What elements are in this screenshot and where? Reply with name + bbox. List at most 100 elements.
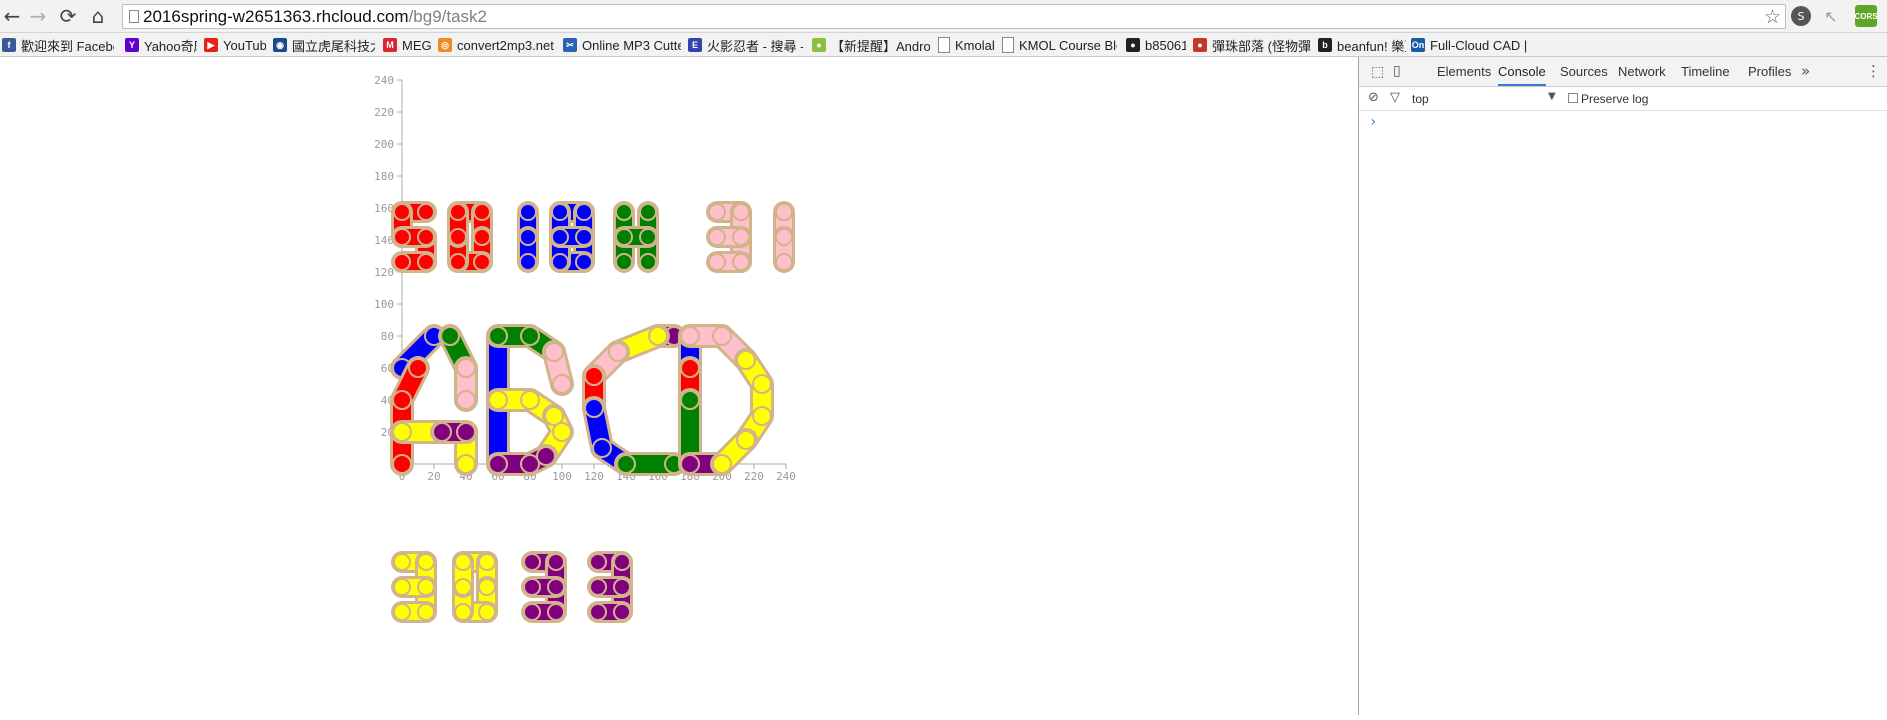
- letter-a: [390, 324, 478, 476]
- digit-3: [706, 201, 752, 273]
- letter-segment-point: [408, 358, 428, 378]
- bookmark-item[interactable]: ✂ Online MP3 Cutter -: [563, 36, 681, 54]
- digit-segment-point: [417, 578, 435, 596]
- reload-icon: ⟳: [59, 4, 77, 28]
- x-tick-label: 120: [584, 470, 604, 483]
- bookmark-item[interactable]: ▶ YouTube: [204, 36, 266, 54]
- bookmark-favicon-icon: ●: [812, 38, 826, 52]
- filter-icon[interactable]: ▽: [1390, 90, 1400, 105]
- bookmark-label: 【新提醒】Android a: [831, 38, 930, 54]
- digit-segment-point: [393, 228, 411, 246]
- bookmark-star-icon[interactable]: ☆: [1764, 6, 1781, 28]
- digit-segment-point: [547, 553, 565, 571]
- bookmark-label: 國立虎尾科技大學: [292, 38, 375, 54]
- digit-segment-point: [639, 203, 657, 221]
- tab-timeline[interactable]: Timeline: [1681, 57, 1730, 86]
- tab-console[interactable]: Console: [1498, 57, 1546, 86]
- digit-segment: [391, 576, 437, 598]
- digit-segment: [549, 226, 595, 248]
- more-tabs-icon[interactable]: »: [1801, 62, 1810, 80]
- digit-segment-point: [551, 203, 569, 221]
- bookmark-item[interactable]: b beanfun! 樂豆: [1318, 36, 1406, 54]
- bookmark-item[interactable]: Y Yahoo奇摩: [125, 36, 197, 54]
- letter-segment-point: [712, 454, 732, 474]
- forward-button[interactable]: →: [26, 4, 50, 28]
- digit-0: [447, 201, 493, 273]
- bookmark-item[interactable]: On Full-Cloud CAD | On: [1411, 36, 1531, 54]
- y-tick-label: 120: [374, 266, 394, 279]
- y-tick-label: 200: [374, 138, 394, 151]
- device-mode-icon[interactable]: ▯: [1393, 63, 1401, 79]
- letter-segment-point: [736, 350, 756, 370]
- url-text[interactable]: 2016spring-w2651363.rhcloud.com/bg9/task…: [143, 7, 487, 27]
- bookmark-item[interactable]: ● 彈珠部落 (怪物彈珠出: [1193, 36, 1311, 54]
- address-bar[interactable]: 2016spring-w2651363.rhcloud.com/bg9/task…: [122, 4, 1786, 29]
- bookmark-favicon-icon: E: [688, 38, 702, 52]
- digit-segment-point: [775, 228, 793, 246]
- digit-1: [517, 201, 539, 273]
- home-button[interactable]: ⌂: [86, 4, 110, 28]
- chevron-down-icon[interactable]: ▼: [1548, 91, 1556, 102]
- inspect-element-icon[interactable]: ⬚: [1371, 64, 1384, 80]
- letter-segment-point: [584, 398, 604, 418]
- bookmark-item[interactable]: KMOL Course Blog |: [1002, 36, 1117, 54]
- console-prompt[interactable]: ›: [1369, 114, 1377, 130]
- digit-segment-point: [449, 203, 467, 221]
- digit-segment-point: [732, 203, 750, 221]
- letter-segment-point: [680, 454, 700, 474]
- bookmarks-bar: f 歡迎來到 Facebook Y Yahoo奇摩 ▶ YouTube ◉ 國立虎尾科技大學 M…: [0, 33, 1887, 57]
- bookmark-item[interactable]: ● b850617: [1126, 36, 1186, 54]
- digit-segment-point: [417, 253, 435, 271]
- bookmark-item[interactable]: f 歡迎來到 Facebook: [2, 36, 114, 54]
- bookmark-item[interactable]: ● 【新提醒】Android a: [812, 36, 930, 54]
- digit-segment: [587, 576, 633, 598]
- digit-segment: [521, 601, 567, 623]
- x-tick-label: 100: [552, 470, 572, 483]
- digit-segment-point: [708, 228, 726, 246]
- cors-label: CORS: [1854, 11, 1878, 21]
- bookmark-item[interactable]: E 火影忍者 - 搜尋 - 伊: [688, 36, 803, 54]
- s-extension-icon[interactable]: S: [1791, 6, 1811, 26]
- tab-elements[interactable]: Elements: [1437, 57, 1491, 86]
- bookmark-item[interactable]: ◎ convert2mp3.net - C: [438, 36, 556, 54]
- digit-segment-point: [519, 253, 537, 271]
- bookmark-item[interactable]: Kmolab: [938, 36, 994, 54]
- digit-segment-point: [393, 253, 411, 271]
- tab-profiles[interactable]: Profiles: [1748, 57, 1791, 86]
- bookmark-label: 歡迎來到 Facebook: [21, 38, 114, 54]
- bookmark-favicon-icon: b: [1318, 38, 1332, 52]
- letter-segment-point: [680, 358, 700, 378]
- letter-segment-body: [737, 351, 771, 449]
- y-tick-label: 220: [374, 106, 394, 119]
- bookmark-label: b850617: [1145, 37, 1186, 53]
- digit-segment-point: [473, 228, 491, 246]
- bookmark-item[interactable]: ◉ 國立虎尾科技大學: [273, 36, 375, 54]
- letter-segment-point: [432, 422, 452, 442]
- preserve-log-checkbox[interactable]: [1568, 93, 1578, 103]
- tab-sources[interactable]: Sources: [1560, 57, 1608, 86]
- back-button[interactable]: ←: [0, 4, 24, 28]
- letter-segment-point: [752, 406, 772, 426]
- reload-button[interactable]: ⟳: [56, 4, 80, 28]
- tab-network[interactable]: Network: [1618, 57, 1666, 86]
- digit-segment-point: [478, 578, 496, 596]
- digit-segment-point: [523, 603, 541, 621]
- devtools-tab-bar: ⬚ ▯ Elements Console Sources Network Tim…: [1359, 57, 1887, 87]
- cursor-extension-glyph: ↖: [1824, 6, 1838, 26]
- bookmark-item[interactable]: M MEGA: [383, 36, 431, 54]
- digit-segment-point: [589, 603, 607, 621]
- digit-segment-point: [551, 228, 569, 246]
- page-content: 0 20 40 60 80 100 120 140 160 180 200 220 240 20 40 60 8…: [0, 57, 1358, 715]
- letter-segment-point: [536, 446, 556, 466]
- digit-segment-point: [615, 203, 633, 221]
- cors-extension-icon[interactable]: CORS: [1854, 5, 1878, 27]
- digit-segment-point: [478, 553, 496, 571]
- cursor-extension-icon[interactable]: ↖: [1821, 6, 1841, 26]
- clear-console-icon[interactable]: ⊘: [1368, 90, 1379, 105]
- devtools-menu-icon[interactable]: ⋮: [1866, 62, 1881, 80]
- letter-segment-point: [544, 342, 564, 362]
- bookmark-label: Online MP3 Cutter -: [582, 37, 681, 53]
- letter-segment-point: [440, 326, 460, 346]
- context-select[interactable]: top: [1412, 92, 1429, 106]
- digit-segment-point: [449, 253, 467, 271]
